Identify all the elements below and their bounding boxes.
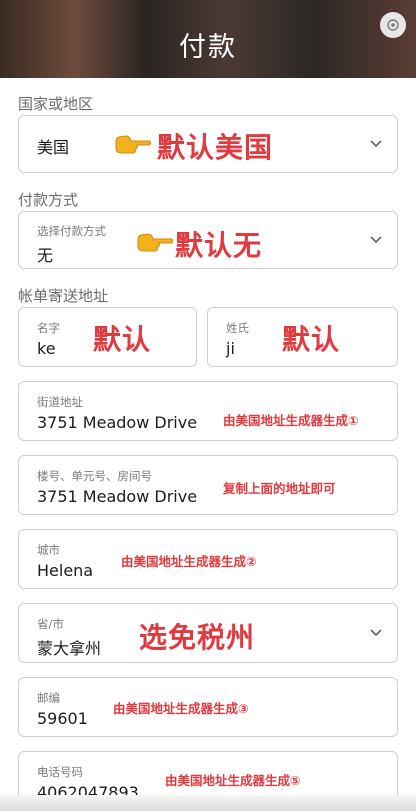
header-bar: 付款: [0, 0, 416, 78]
page-title: 付款: [179, 31, 237, 63]
street-value: 3751 Meadow Drive: [37, 413, 198, 432]
city-field[interactable]: 城市 Helena 由美国地址生成器生成②: [18, 529, 398, 589]
unit-value: 3751 Meadow Drive: [37, 487, 198, 506]
payment-section-label: 付款方式: [18, 191, 79, 209]
pointing-hand-icon: [115, 135, 151, 154]
zip-label: 邮编: [37, 691, 60, 705]
payment-method-label: 选择付款方式: [37, 224, 106, 238]
phone-label: 电话号码: [37, 765, 83, 779]
chevron-down-icon: [370, 629, 382, 637]
first-name-field[interactable]: 名字 ke 默认: [18, 307, 197, 367]
city-label: 城市: [37, 543, 60, 557]
unit-label: 楼号、单元号、房间号: [37, 469, 152, 483]
first-name-annotation: 默认: [93, 323, 152, 356]
unit-address-field[interactable]: 楼号、单元号、房间号 3751 Meadow Drive 复制上面的地址即可: [18, 455, 398, 515]
payment-method-value: 无: [37, 246, 54, 265]
phone-annotation: 由美国地址生成器生成⑤: [165, 773, 301, 788]
payment-method-select[interactable]: 选择付款方式 无 默认无: [18, 211, 398, 269]
last-name-annotation: 默认: [282, 323, 341, 356]
street-label: 街道地址: [37, 395, 83, 409]
state-value: 蒙大拿州: [37, 639, 102, 658]
chevron-down-icon: [370, 140, 382, 148]
state-annotation: 选免税州: [139, 621, 256, 654]
app-clip-button[interactable]: [380, 12, 406, 38]
zip-field[interactable]: 邮编 59601 由美国地址生成器生成③: [18, 677, 398, 737]
city-value: Helena: [37, 561, 94, 580]
country-select[interactable]: 美国 默认美国: [18, 115, 398, 173]
state-select[interactable]: 省/市 蒙大拿州 选免税州: [18, 603, 398, 663]
country-value: 美国: [37, 138, 70, 157]
first-name-label: 名字: [37, 321, 60, 335]
unit-annotation: 复制上面的地址即可: [223, 481, 336, 496]
zip-annotation: 由美国地址生成器生成③: [113, 701, 249, 716]
last-name-label: 姓氏: [226, 321, 249, 335]
zip-value: 59601: [37, 709, 88, 728]
city-annotation: 由美国地址生成器生成②: [121, 554, 257, 569]
last-name-value: ji: [226, 339, 235, 358]
street-address-field[interactable]: 街道地址 3751 Meadow Drive 由美国地址生成器生成①: [18, 381, 398, 441]
payment-annotation: 默认无: [175, 229, 263, 262]
street-annotation: 由美国地址生成器生成①: [223, 413, 359, 428]
app-clip-icon: [387, 19, 399, 31]
pointing-hand-icon: [137, 233, 173, 252]
bottom-edge: [0, 795, 416, 811]
country-section-label: 国家或地区: [18, 95, 94, 113]
country-annotation: 默认美国: [157, 131, 274, 164]
billing-section-label: 帐单寄送地址: [18, 287, 109, 305]
state-label: 省/市: [37, 617, 64, 631]
last-name-field[interactable]: 姓氏 ji 默认: [207, 307, 398, 367]
first-name-value: ke: [37, 339, 56, 358]
chevron-down-icon: [370, 236, 382, 244]
